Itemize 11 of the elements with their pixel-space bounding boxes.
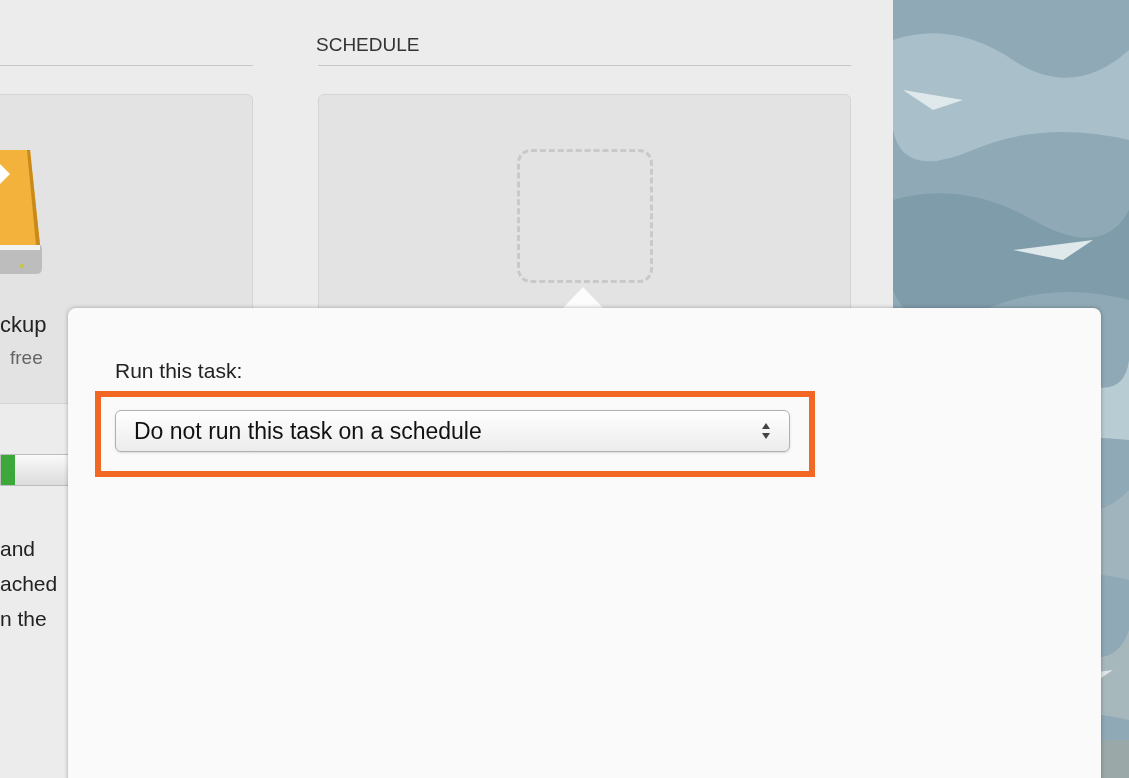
section-title: SCHEDULE — [316, 35, 420, 54]
field-label: Run this task: — [115, 360, 244, 381]
stepper-icon — [761, 422, 771, 440]
hard-drive-icon — [0, 150, 42, 276]
schedule-select[interactable]: Do not run this task on a schedule — [115, 410, 790, 452]
description-line: and — [0, 536, 37, 561]
drive-name: ckup — [0, 314, 48, 336]
placeholder-icon — [516, 149, 653, 283]
description-line: ached — [0, 571, 59, 596]
description-line: n the — [0, 606, 48, 631]
drive-free-space: free — [10, 348, 44, 367]
